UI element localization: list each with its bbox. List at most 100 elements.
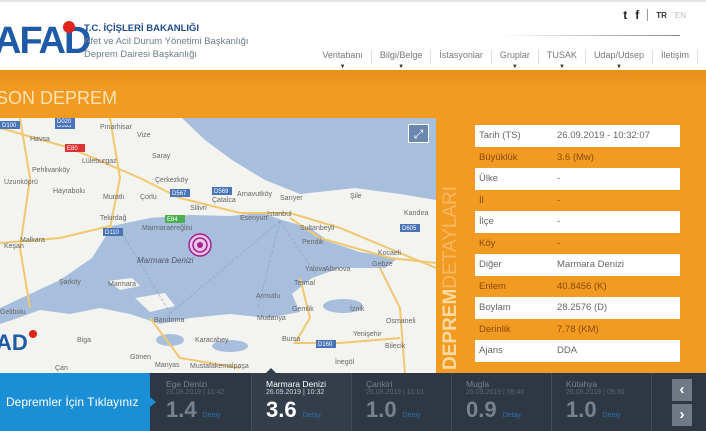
lang-en[interactable]: EN: [675, 11, 686, 20]
city-label: Vize: [137, 132, 151, 139]
detail-key: Tarih (TS): [479, 130, 521, 142]
city-label: Saray: [152, 153, 171, 160]
city-label: Keşan: [4, 243, 24, 250]
afad-watermark-logo: AD: [0, 330, 28, 355]
nav-item[interactable]: Gruplar ▼: [492, 50, 539, 70]
city-label: Sarıyer: [280, 195, 303, 202]
city-label: Mudanya: [257, 315, 286, 322]
next-arrow-icon[interactable]: ›: [672, 404, 692, 426]
detail-row: Ülke -: [475, 168, 680, 190]
quake-magnitude: 0.9: [466, 397, 497, 422]
lang-tr[interactable]: TR: [656, 11, 667, 20]
detail-row: Boylam 28.2576 (D): [475, 297, 680, 319]
city-label: Kandıra: [404, 210, 429, 217]
nav-item[interactable]: Bilgi/Belge ▼: [372, 50, 432, 70]
city-label: Sultanbeyli: [300, 225, 335, 232]
city-label: Çerkezköy: [155, 177, 189, 184]
detail-row: Enlem 40.8456 (K): [475, 276, 680, 298]
detail-key: Derinlik: [479, 323, 511, 335]
nav-item[interactable]: Udap/Udsep ▼: [586, 50, 653, 70]
detail-row: Derinlik 7.78 (KM): [475, 319, 680, 341]
nav-item[interactable]: İstasyonlar: [431, 50, 492, 64]
detail-value: 26.09.2019 - 10:32:07: [557, 130, 650, 142]
city-label: Bilecik: [385, 343, 406, 350]
city-label: Osmaneli: [386, 318, 416, 325]
quake-datetime: 26.09.2019 | 09:40: [466, 389, 525, 396]
city-label: Mustafakemalpaşa: [190, 363, 249, 370]
nav-item-label: Veritabanı: [322, 50, 363, 60]
road-badge: E84: [165, 215, 185, 223]
quake-detail-link[interactable]: Detay: [603, 412, 621, 419]
map-canvas[interactable]: Marmara Denizi Pınarhisar Vize Havsa Lülebu…: [0, 118, 436, 374]
quake-magnitude: 1.4: [166, 397, 197, 422]
city-label: Silivri: [190, 205, 207, 212]
quake-detail-link[interactable]: Detay: [503, 412, 521, 419]
road-badge-label: D569: [214, 189, 229, 195]
detail-row: İl -: [475, 190, 680, 212]
quake-detail-link[interactable]: Detay: [303, 412, 321, 419]
road-badge: D100: [0, 121, 20, 129]
detail-row: Büyüklük 3.6 (Mw): [475, 147, 680, 169]
quake-item[interactable]: Mugla 26.09.2019 | 09:40 0.9 Detay: [452, 373, 552, 431]
road-badge: D020: [55, 118, 75, 125]
quake-details-table: Tarih (TS) 26.09.2019 - 10:32:07 Büyüklük 3…: [468, 120, 690, 372]
nav-item[interactable]: İletişim: [653, 50, 698, 64]
city-label: Karacabey: [195, 337, 229, 344]
city-label: Kocaeli: [378, 250, 401, 257]
city-label: Marmaraereğlisi: [142, 225, 193, 232]
quake-datetime: 26.09.2019 | 10:32: [266, 389, 325, 396]
quake-item[interactable]: Ege Denizi 26.09.2019 | 10:42 1.4 Detay: [152, 373, 252, 431]
epicenter-marker: [188, 233, 212, 257]
detail-row: Ajans DDA: [475, 340, 680, 362]
city-label: Yenişehir: [353, 331, 382, 338]
city-label: Bursa: [282, 336, 300, 343]
quake-detail-link[interactable]: Detay: [203, 412, 221, 419]
facebook-icon[interactable]: f: [635, 8, 639, 22]
detail-row: Köy -: [475, 233, 680, 255]
nav-item-label: Gruplar: [499, 50, 530, 60]
road-badge: D160: [316, 340, 336, 348]
road-badge-label: E84: [167, 217, 178, 223]
prev-arrow-icon[interactable]: ‹: [672, 379, 692, 401]
expand-icon[interactable]: ⤢: [408, 124, 429, 143]
quake-datetime: 26.09.2019 | 10:42: [166, 389, 225, 396]
detail-value: 40.8456 (K): [557, 280, 607, 292]
nav-item-label: TUSAK: [546, 50, 577, 60]
city-label: Pehlivanköy: [32, 167, 70, 174]
city-label: Termal: [294, 280, 315, 287]
detail-key: Büyüklük: [479, 151, 518, 163]
city-label: Pınarhisar: [100, 124, 133, 131]
detail-key: Diğer: [479, 259, 502, 271]
city-label: Çan: [55, 365, 68, 372]
city-label: İznik: [350, 304, 365, 313]
detail-value: -: [557, 237, 561, 249]
city-label: Çatalca: [212, 197, 236, 204]
city-label: İnegöl: [335, 357, 355, 366]
quake-item[interactable]: Marmara Denizi 26.09.2019 | 10:32 3.6 Detay: [252, 368, 352, 431]
quake-magnitude: 1.0: [366, 397, 397, 422]
quake-item[interactable]: Kütahya 26.09.2019 | 09:30 1.0 Detay: [552, 373, 652, 431]
quake-magnitude: 1.0: [566, 397, 597, 422]
city-label: Gemlik: [292, 306, 314, 313]
city-label: Şile: [350, 193, 362, 200]
city-label: Lüleburgaz: [82, 158, 117, 165]
seal-icon: [63, 21, 75, 33]
road-badge: D567: [170, 189, 190, 197]
quake-magnitude: 3.6: [266, 397, 297, 422]
nav-item-label: İstasyonlar: [439, 50, 483, 60]
earthquake-map[interactable]: Marmara Denizi Pınarhisar Vize Havsa Lülebu…: [0, 118, 436, 374]
quake-place: Kütahya: [566, 379, 598, 389]
quakes-link-button[interactable]: Depremler İçin Tıklayınız: [0, 373, 156, 431]
sea-label: Marmara Denizi: [137, 256, 194, 265]
quake-item[interactable]: Çankiri 26.09.2019 | 10:01 1.0 Detay: [352, 373, 452, 431]
section-title: SON DEPREM: [0, 88, 118, 108]
quake-detail-link[interactable]: Detay: [403, 412, 421, 419]
city-label: Esenyurt: [240, 215, 268, 222]
nav-item[interactable]: TUSAK ▼: [539, 50, 586, 70]
nav-item[interactable]: Veritabanı ▼: [314, 50, 372, 70]
city-label: Muratlı: [103, 194, 124, 201]
afad-logo[interactable]: AFAD: [0, 20, 91, 63]
quake-datetime: 26.09.2019 | 10:01: [366, 389, 425, 396]
quake-datetime: 26.09.2019 | 09:30: [566, 389, 625, 396]
twitter-icon[interactable]: t: [623, 8, 627, 22]
